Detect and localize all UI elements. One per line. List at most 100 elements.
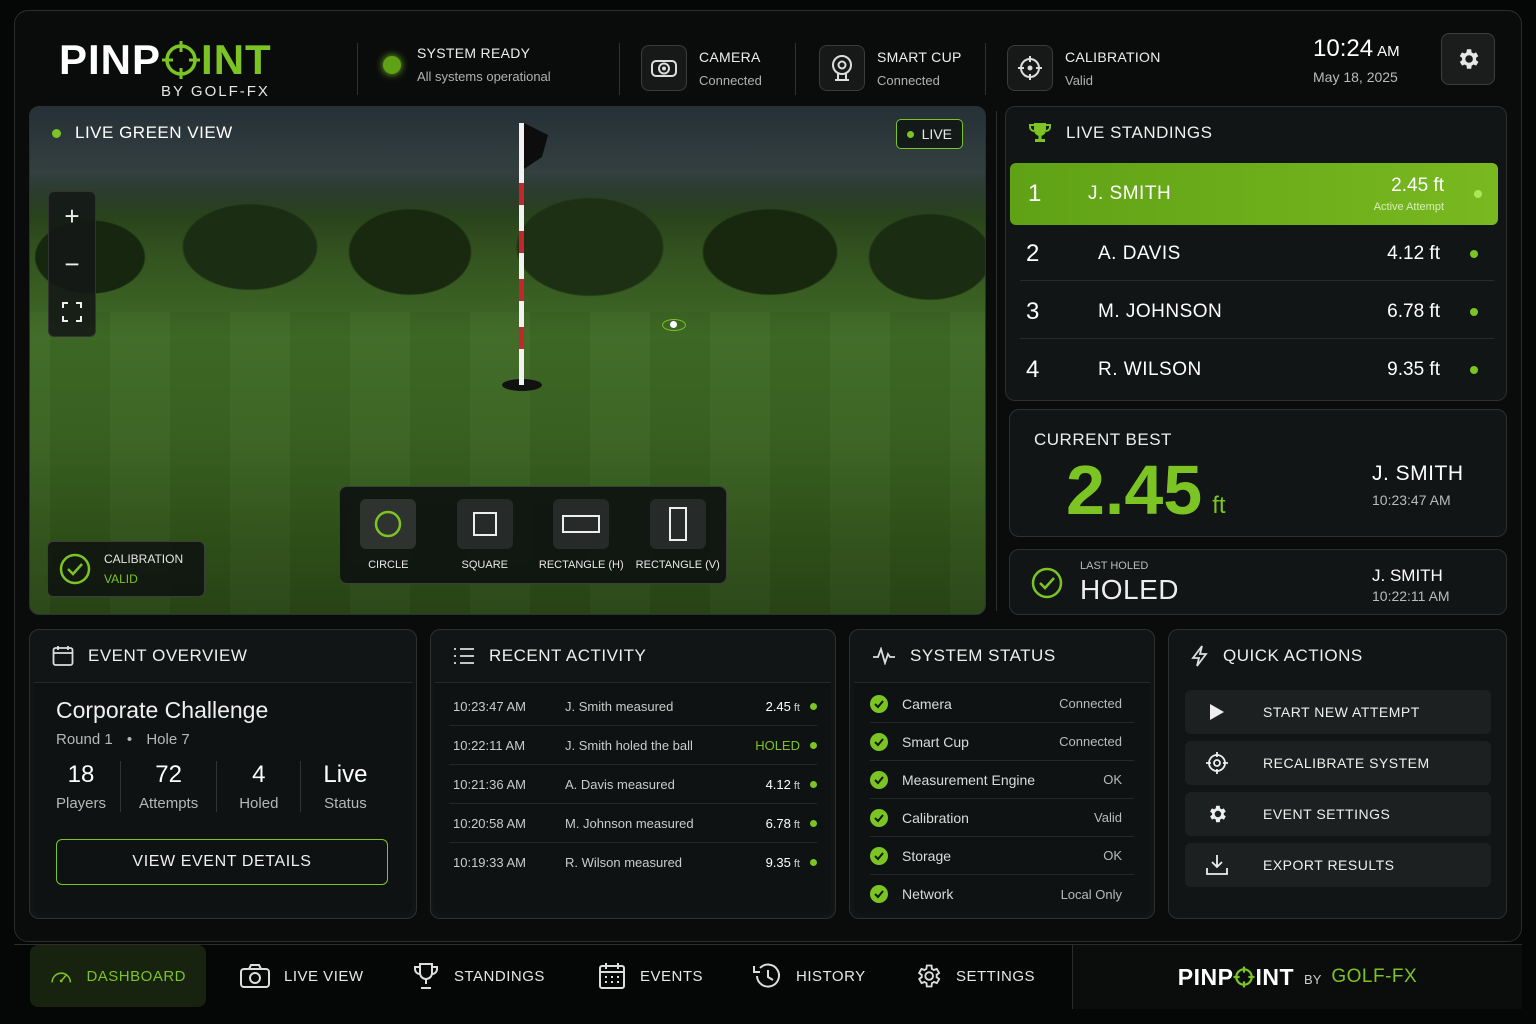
stat-label: Players [56, 795, 107, 812]
system-status-panel: SYSTEM STATUS Camera Connected Smart Cup C… [849, 629, 1155, 919]
nav-history[interactable]: HISTORY [752, 945, 866, 1007]
smart-cup-title: SMART CUP [877, 48, 962, 65]
last-holed-panel: LAST HOLED HOLED J. SMITH 10:22:11 AM [1009, 549, 1507, 615]
rectangle-h-icon [562, 515, 601, 533]
nav-live-view[interactable]: LIVE VIEW [240, 945, 364, 1007]
crosshair-logo-icon [162, 41, 201, 79]
live-badge: LIVE [895, 119, 963, 149]
standings-row[interactable]: 3 M. JOHNSON 6.78 ft [1020, 285, 1494, 339]
stat-value: 18 [67, 761, 95, 788]
zoom-in-button[interactable]: + [49, 192, 95, 240]
status-dot-icon [1474, 190, 1482, 198]
circle-icon [375, 510, 402, 538]
footer-by: BY [1304, 971, 1322, 987]
standings-row[interactable]: 4 R. WILSON 9.35 ft [1020, 343, 1494, 397]
current-best-value: 2.45 [1066, 451, 1203, 529]
activity-row: 10:22:11 AM J. Smith holed the ball HOLED [449, 726, 817, 765]
zoom-out-button[interactable]: − [49, 240, 95, 288]
nav-events-label: EVENTS [640, 967, 704, 985]
standings-rank: 3 [1026, 297, 1040, 325]
activity-row: 10:23:47 AM J. Smith measured 2.45 ft [449, 687, 817, 726]
crosshair-icon [1206, 752, 1228, 774]
status-row: Measurement Engine OK [870, 761, 1134, 799]
activity-value: 6.78 [765, 815, 791, 831]
export-results-button[interactable]: EXPORT RESULTS [1185, 843, 1491, 887]
event-settings-button[interactable]: EVENT SETTINGS [1185, 792, 1491, 836]
status-row: Smart Cup Connected [870, 723, 1134, 761]
fullscreen-button[interactable] [49, 288, 95, 336]
activity-time: 10:23:47 AM [453, 698, 526, 714]
activity-row: 10:21:36 AM A. Davis measured 4.12 ft [449, 765, 817, 804]
trophy-icon [414, 963, 438, 989]
start-new-attempt-label: START NEW ATTEMPT [1263, 704, 1420, 720]
nav-settings[interactable]: SETTINGS [914, 945, 1035, 1007]
green-view-title-text: LIVE GREEN VIEW [75, 123, 233, 142]
green-view-title: LIVE GREEN VIEW [52, 123, 233, 143]
standings-title-text: LIVE STANDINGS [1066, 123, 1213, 142]
recent-activity-title: RECENT ACTIVITY [431, 630, 835, 682]
live-standings-panel: LIVE STANDINGS 1 J. SMITH 2.45 ft Active … [1005, 106, 1507, 401]
download-icon [1206, 855, 1228, 875]
status-dot-icon [810, 819, 817, 827]
gear-icon [917, 964, 941, 988]
list-icon [454, 648, 474, 664]
activity-value: HOLED [755, 737, 800, 753]
calibration-title: CALIBRATION [1065, 48, 1161, 65]
view-event-details-button[interactable]: VIEW EVENT DETAILS [56, 839, 388, 885]
shape-rectangle-h-button[interactable]: RECTANGLE (H) [538, 499, 624, 583]
pulse-icon [873, 647, 895, 665]
status-dot-icon [1470, 366, 1478, 374]
footer-brand-a: PINP [1177, 963, 1234, 990]
nav-history-label: HISTORY [796, 967, 866, 985]
event-overview-title: EVENT OVERVIEW [30, 630, 416, 682]
header-settings-button[interactable] [1441, 33, 1495, 85]
quick-actions-title: QUICK ACTIONS [1169, 630, 1506, 682]
standings-row[interactable]: 2 A. DAVIS 4.12 ft [1020, 227, 1494, 281]
export-results-label: EXPORT RESULTS [1263, 857, 1395, 873]
camera-icon [240, 964, 270, 988]
event-overview-title-text: EVENT OVERVIEW [88, 646, 248, 665]
calibration-status: CALIBRATION Valid [1007, 45, 1161, 91]
recalibrate-system-button[interactable]: RECALIBRATE SYSTEM [1185, 741, 1491, 785]
standings-rank: 1 [1028, 180, 1042, 207]
nav-dashboard[interactable]: DASHBOARD [30, 945, 206, 1007]
activity-unit: ft [793, 818, 800, 831]
shape-circle-button[interactable]: CIRCLE [345, 499, 431, 583]
last-holed-name: J. SMITH [1372, 566, 1443, 585]
standings-row[interactable]: 1 J. SMITH 2.45 ft Active Attempt [1010, 163, 1498, 225]
gear-icon [1210, 805, 1226, 823]
event-name: Corporate Challenge [56, 697, 269, 723]
standings-distance: 6.78 ft [1387, 300, 1440, 322]
status-row: Camera Connected [870, 685, 1134, 723]
brand-name-b: INT [201, 36, 272, 83]
trophy-icon [1029, 123, 1051, 142]
fullscreen-icon [62, 302, 82, 322]
check-circle-icon [870, 846, 888, 865]
shape-square-button[interactable]: SQUARE [442, 499, 528, 583]
clock: 10:24 AM May 18, 2025 [1313, 35, 1400, 85]
history-icon [753, 963, 780, 988]
status-value: Valid [1094, 810, 1122, 825]
standings-rank: 4 [1026, 356, 1040, 383]
brand-by: BY GOLF-FX [161, 83, 270, 100]
check-circle-icon [870, 732, 888, 751]
nav-events[interactable]: EVENTS [598, 945, 703, 1007]
live-badge-text: LIVE [921, 126, 952, 142]
lightning-icon [1191, 645, 1208, 667]
status-name: Calibration [902, 809, 969, 826]
stat-label: Status [324, 795, 367, 812]
activity-unit: ft [793, 858, 800, 870]
status-value: OK [1103, 772, 1122, 787]
calibration-subtitle: Valid [1065, 72, 1093, 88]
shape-rectangle-v-button[interactable]: RECTANGLE (V) [635, 499, 721, 583]
status-value: Connected [1059, 696, 1122, 711]
recent-activity-panel: RECENT ACTIVITY 10:23:47 AM J. Smith meas… [430, 629, 836, 919]
activity-time: 10:20:58 AM [453, 815, 526, 831]
calendar-icon [599, 963, 625, 989]
calibration-value: VALID [104, 572, 138, 586]
live-green-view[interactable]: LIVE GREEN VIEW LIVE + − CALIBRATION VALI… [29, 106, 986, 615]
rectangle-v-icon [668, 507, 687, 541]
start-new-attempt-button[interactable]: START NEW ATTEMPT [1185, 690, 1491, 734]
event-stats: 18 Players 72 Attempts 4 Holed Live Status [42, 761, 389, 812]
nav-standings[interactable]: STANDINGS [412, 945, 545, 1007]
